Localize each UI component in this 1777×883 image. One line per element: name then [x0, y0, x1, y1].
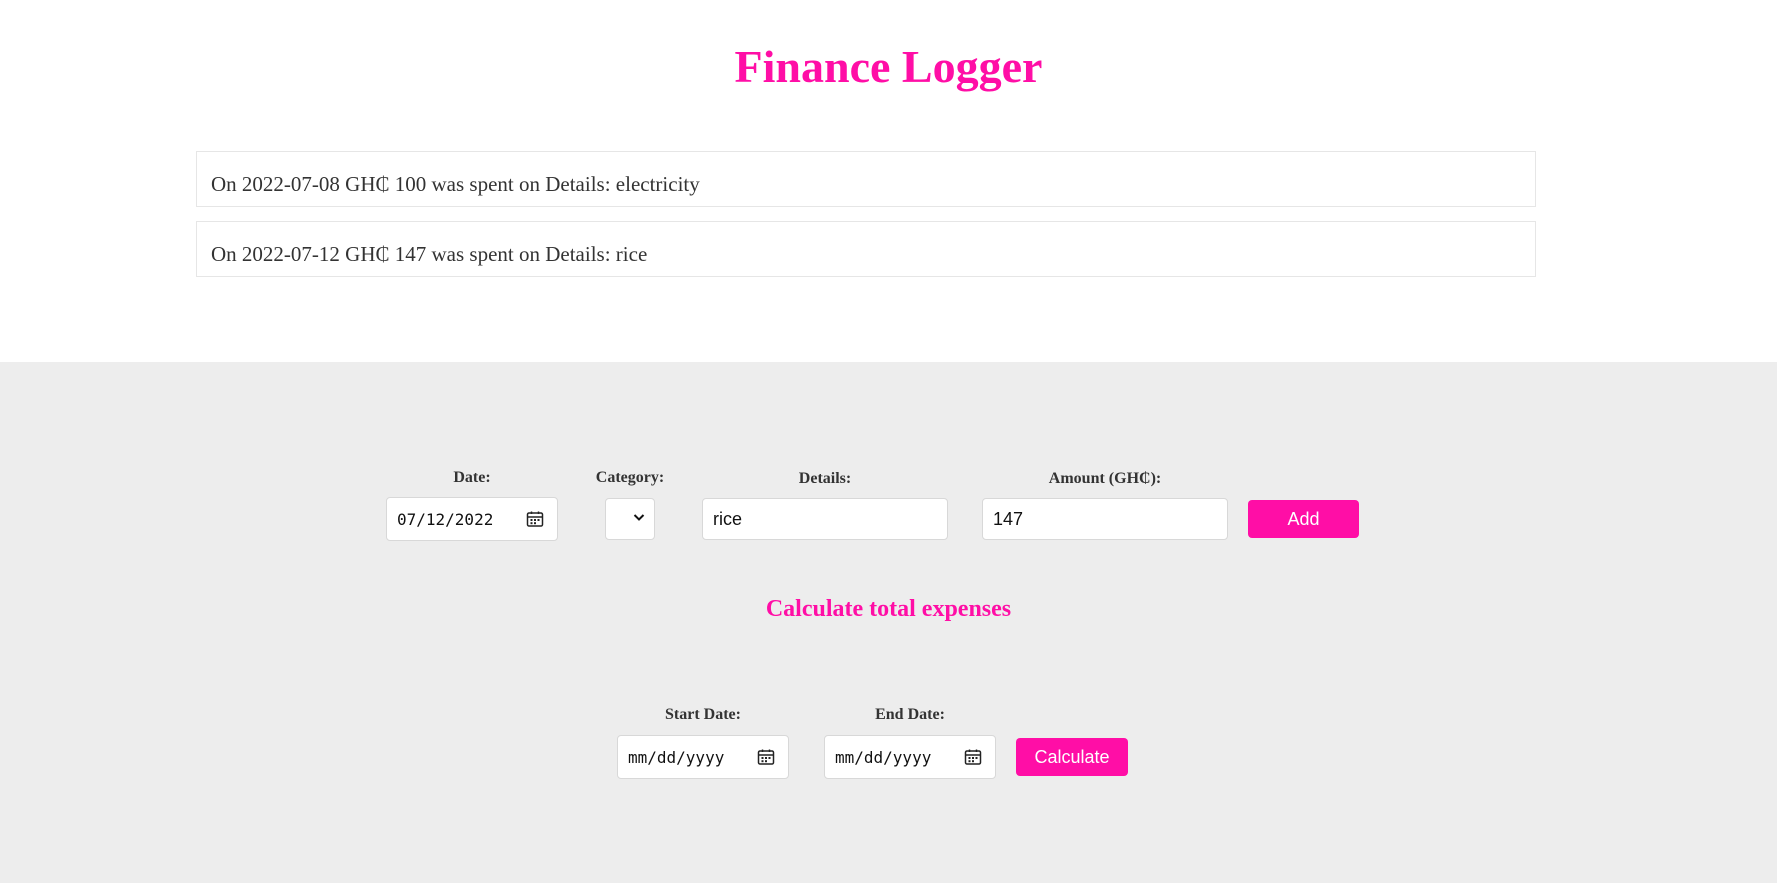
- amount-input[interactable]: 147: [982, 498, 1228, 540]
- list-item: On 2022-07-12 GH₵ 147 was spent on Detai…: [196, 221, 1536, 277]
- calendar-icon[interactable]: [525, 509, 545, 529]
- end-date-input[interactable]: mm/dd/yyyy: [824, 735, 996, 779]
- add-button[interactable]: Add: [1248, 500, 1359, 538]
- end-date-value: mm/dd/yyyy: [835, 747, 932, 767]
- calendar-icon[interactable]: [756, 747, 776, 767]
- amount-value: 147: [993, 508, 1024, 529]
- entry-list: On 2022-07-08 GH₵ 100 was spent on Detai…: [196, 151, 1536, 291]
- start-date-value: mm/dd/yyyy: [628, 747, 725, 767]
- details-label: Details:: [798, 470, 852, 487]
- calculate-button[interactable]: Calculate: [1016, 738, 1128, 776]
- amount-label: Amount (GH₵):: [1048, 470, 1162, 487]
- list-item: On 2022-07-08 GH₵ 100 was spent on Detai…: [196, 151, 1536, 207]
- calendar-icon[interactable]: [963, 747, 983, 767]
- start-date-input[interactable]: mm/dd/yyyy: [617, 735, 789, 779]
- category-label: Category:: [595, 469, 665, 486]
- page-title: Finance Logger: [734, 41, 1043, 92]
- chevron-down-icon: [632, 510, 646, 529]
- entry-text: On 2022-07-12 GH₵ 147 was spent on Detai…: [211, 242, 648, 266]
- category-select[interactable]: [605, 498, 655, 540]
- details-input[interactable]: rice: [702, 498, 948, 540]
- calculate-heading: Calculate total expenses: [765, 596, 1012, 622]
- log-section: Finance Logger On 2022-07-08 GH₵ 100 was…: [0, 0, 1777, 362]
- date-input[interactable]: 07/12/2022: [386, 497, 558, 541]
- end-date-label: End Date:: [875, 706, 945, 723]
- start-date-label: Start Date:: [665, 706, 741, 723]
- date-value: 07/12/2022: [397, 509, 494, 529]
- date-label: Date:: [453, 469, 491, 486]
- details-value: rice: [713, 508, 743, 529]
- entry-text: On 2022-07-08 GH₵ 100 was spent on Detai…: [211, 172, 700, 196]
